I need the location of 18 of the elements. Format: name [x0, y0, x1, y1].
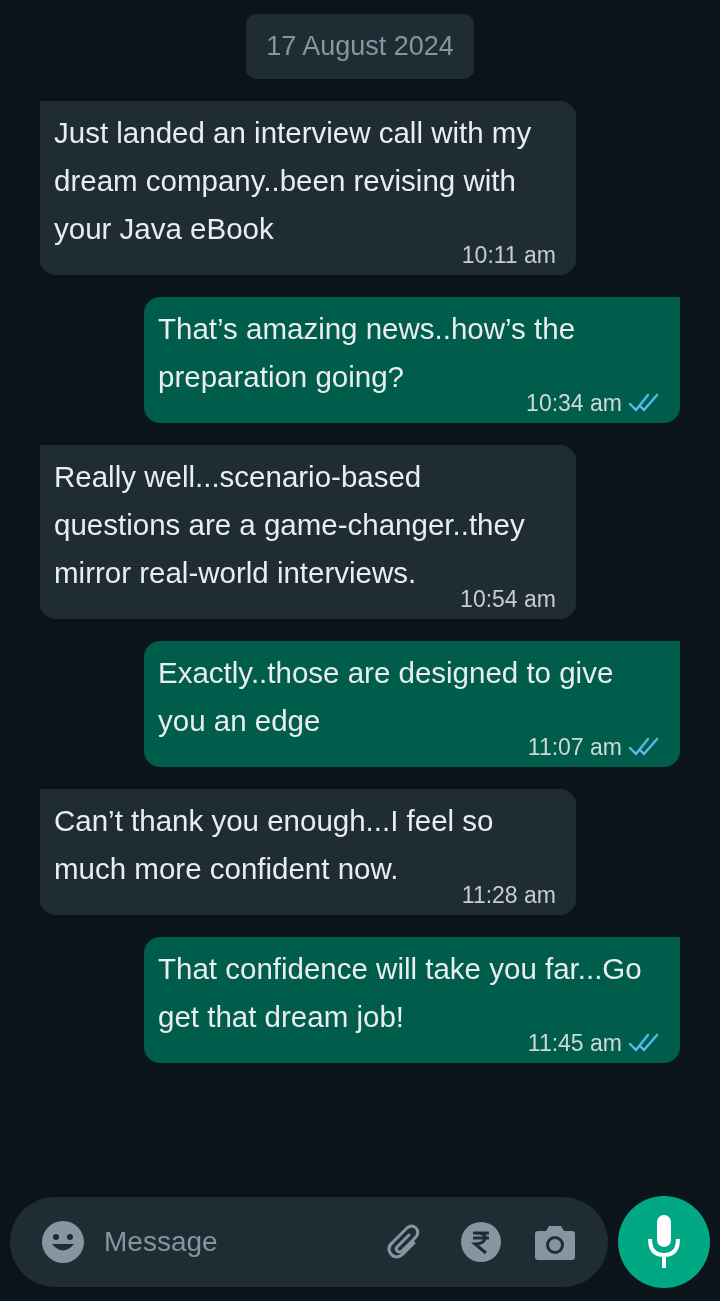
message-time: 10:54 am [460, 586, 556, 611]
message-text: Exactly..those are designed to give you an edge [158, 655, 614, 737]
microphone-icon [647, 1215, 681, 1269]
date-chip: 17 August 2024 [246, 14, 474, 79]
camera-icon[interactable] [534, 1223, 576, 1261]
message-time: 11:28 am [461, 882, 556, 907]
rupee-icon[interactable] [460, 1221, 502, 1263]
message-text: That confidence will take you far...Go get that dream job! [158, 951, 642, 1033]
message-time: 10:34 am [526, 390, 622, 415]
message-text: Can’t thank you enough...I feel so much more confident now. [54, 803, 494, 885]
message-time: 11:07 am [527, 734, 622, 759]
message-field[interactable]: Message [102, 1220, 366, 1264]
message-time: 11:45 am [527, 1030, 622, 1055]
message-text: Really well...scenario-based questions are a game-changer..they mirror real-world interviews. [54, 459, 525, 589]
message-text: That’s amazing news..how’s the preparation going? [158, 311, 576, 393]
emoji-icon[interactable] [42, 1221, 84, 1263]
message-text: Just landed an interview call with my dream company..been revising with your Java eBook [54, 115, 532, 245]
message-time: 10:11 am [461, 242, 556, 267]
